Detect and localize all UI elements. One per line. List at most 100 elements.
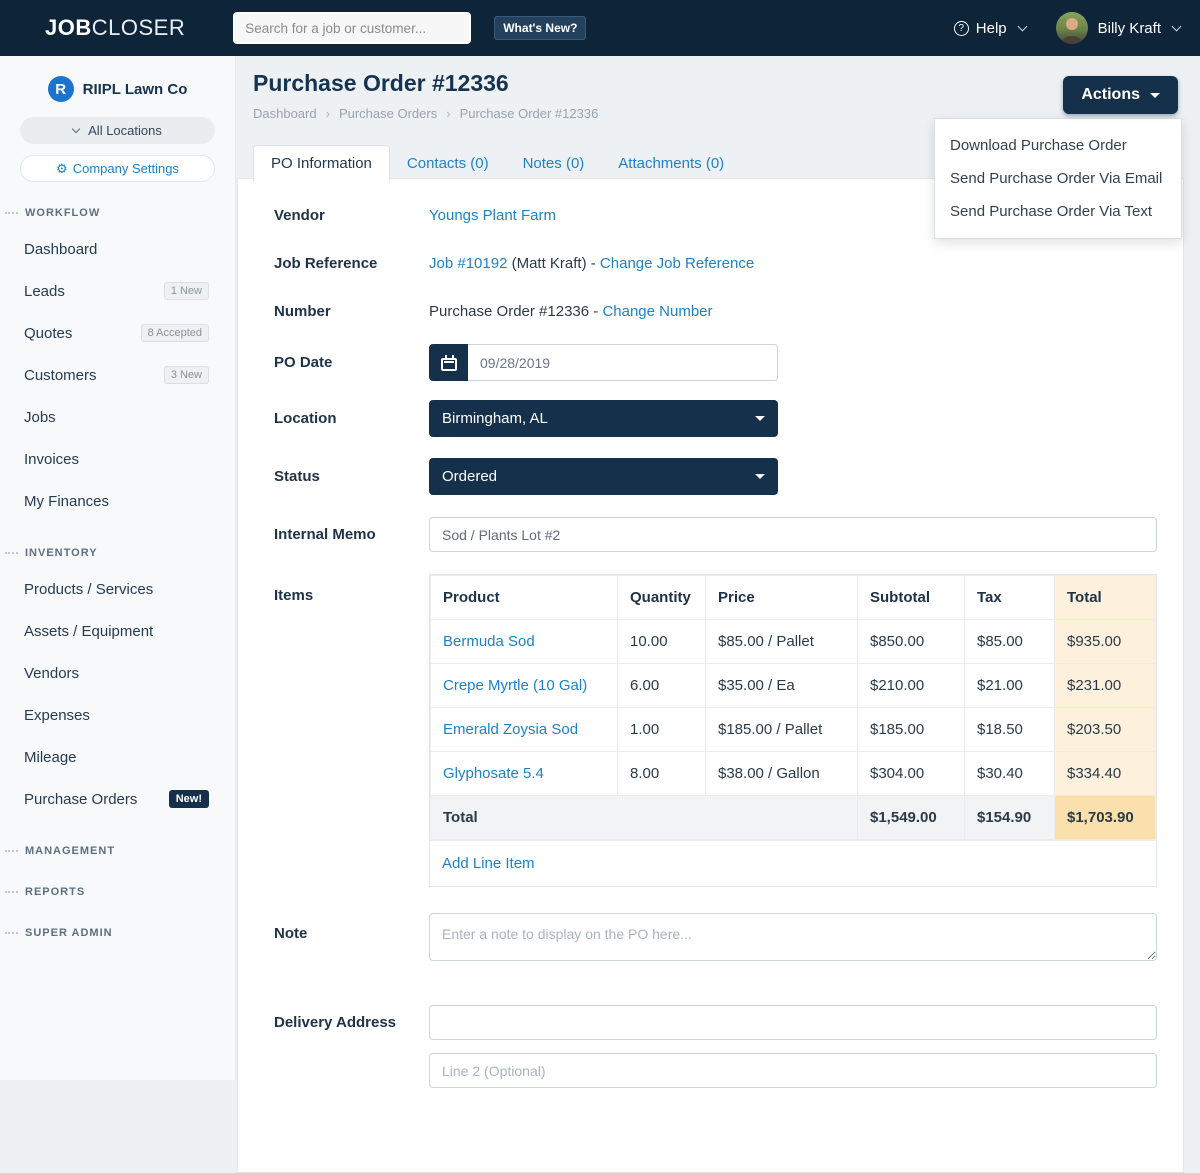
breadcrumb-purchase-orders[interactable]: Purchase Orders	[317, 106, 438, 121]
price-cell: $85.00 / Pallet	[706, 620, 858, 664]
location-label: Location	[274, 410, 429, 427]
product-link[interactable]: Crepe Myrtle (10 Gal)	[443, 677, 587, 694]
all-locations-label: All Locations	[88, 123, 162, 138]
po-date-input[interactable]	[468, 344, 778, 381]
chevron-down-icon[interactable]	[1172, 21, 1182, 31]
job-reference-label: Job Reference	[274, 255, 429, 272]
delivery-address-line2-input[interactable]	[429, 1053, 1157, 1088]
sidebar-item-vendors[interactable]: Vendors	[0, 652, 235, 694]
total-cell: $334.40	[1055, 752, 1156, 796]
section-reports[interactable]: REPORTS	[0, 881, 235, 902]
sidebar-item-expenses[interactable]: Expenses	[0, 694, 235, 736]
price-cell: $35.00 / Ea	[706, 664, 858, 708]
tax-cell: $85.00	[965, 620, 1055, 664]
table-row: Emerald Zoysia Sod 1.00 $185.00 / Pallet…	[431, 708, 1156, 752]
total-cell: $935.00	[1055, 620, 1156, 664]
note-textarea[interactable]	[429, 913, 1157, 961]
add-line-item-link[interactable]: Add Line Item	[442, 855, 535, 872]
topbar: JOBCLOSER What's New? ? Help Billy Kraft	[0, 0, 1200, 56]
number-label: Number	[274, 303, 429, 320]
section-dash-icon	[5, 552, 18, 554]
sidebar-item-products-services[interactable]: Products / Services	[0, 568, 235, 610]
job-link[interactable]: Job #10192	[429, 255, 507, 272]
tax-cell: $30.40	[965, 752, 1055, 796]
tab-notes[interactable]: Notes (0)	[506, 146, 602, 181]
section-dash-icon	[5, 891, 18, 893]
sidebar-item-purchase-orders[interactable]: Purchase OrdersNew!	[0, 778, 235, 820]
company-settings-label: Company Settings	[73, 161, 179, 176]
sidebar-item-my-finances[interactable]: My Finances	[0, 480, 235, 522]
po-items-table: Product Quantity Price Subtotal Tax Tota…	[429, 574, 1157, 887]
job-reference-row: Job Reference Job #10192 (Matt Kraft) - …	[274, 255, 1157, 272]
table-row: Glyphosate 5.4 8.00 $38.00 / Gallon $304…	[431, 752, 1156, 796]
sidebar-item-jobs[interactable]: Jobs	[0, 396, 235, 438]
tab-attachments[interactable]: Attachments (0)	[601, 146, 741, 181]
company-logo: R	[48, 76, 74, 102]
all-locations-dropdown[interactable]: All Locations	[20, 117, 215, 144]
tab-contacts[interactable]: Contacts (0)	[390, 146, 506, 181]
help-menu[interactable]: ? Help	[954, 20, 1026, 37]
section-super-admin[interactable]: SUPER ADMIN	[0, 922, 235, 943]
table-row: Bermuda Sod 10.00 $85.00 / Pallet $850.0…	[431, 620, 1156, 664]
subtotal-cell: $210.00	[858, 664, 965, 708]
internal-memo-input[interactable]	[429, 517, 1157, 552]
actions-button[interactable]: Actions	[1063, 76, 1178, 114]
sidebar: R RIIPL Lawn Co All Locations ⚙ Company …	[0, 56, 236, 1080]
section-management[interactable]: MANAGEMENT	[0, 840, 235, 861]
sidebar-item-dashboard[interactable]: Dashboard	[0, 228, 235, 270]
calendar-button[interactable]	[429, 344, 468, 381]
breadcrumb-current: Purchase Order #12336	[437, 106, 598, 121]
delivery-address-row: Delivery Address	[274, 1005, 1157, 1101]
col-total: Total	[1055, 576, 1156, 620]
totals-row: Total $1,549.00 $154.90 $1,703.90	[431, 796, 1156, 840]
caret-down-icon	[755, 474, 765, 479]
sidebar-item-leads[interactable]: Leads1 New	[0, 270, 235, 312]
totals-subtotal: $1,549.00	[858, 796, 965, 840]
product-link[interactable]: Glyphosate 5.4	[443, 765, 544, 782]
tab-po-information[interactable]: PO Information	[253, 145, 390, 182]
delivery-address-line1-input[interactable]	[429, 1005, 1157, 1040]
col-product: Product	[431, 576, 618, 620]
app-logo[interactable]: JOBCLOSER	[45, 15, 185, 41]
user-name[interactable]: Billy Kraft	[1098, 20, 1161, 37]
po-date-row: PO Date	[274, 344, 1157, 381]
change-job-reference-link[interactable]: Change Job Reference	[600, 255, 754, 272]
job-reference-text: (Matt Kraft) -	[512, 255, 596, 272]
quotes-badge: 8 Accepted	[141, 324, 209, 342]
menu-item-send-po-via-email[interactable]: Send Purchase Order Via Email	[935, 162, 1181, 195]
actions-label: Actions	[1081, 86, 1140, 104]
sidebar-item-invoices[interactable]: Invoices	[0, 438, 235, 480]
status-value: Ordered	[442, 468, 497, 485]
location-select[interactable]: Birmingham, AL	[429, 400, 778, 437]
vendor-link[interactable]: Youngs Plant Farm	[429, 207, 556, 224]
breadcrumb-dashboard[interactable]: Dashboard	[253, 106, 317, 121]
menu-item-send-po-via-text[interactable]: Send Purchase Order Via Text	[935, 195, 1181, 228]
caret-down-icon	[755, 416, 765, 421]
quantity-cell: 8.00	[618, 752, 706, 796]
quantity-cell: 1.00	[618, 708, 706, 752]
section-dash-icon	[5, 850, 18, 852]
section-inventory: INVENTORY	[0, 542, 235, 563]
whats-new-button[interactable]: What's New?	[494, 16, 586, 40]
product-link[interactable]: Emerald Zoysia Sod	[443, 721, 578, 738]
main-content: Purchase Order #12336 DashboardPurchase …	[236, 56, 1200, 1080]
menu-item-download-purchase-order[interactable]: Download Purchase Order	[935, 129, 1181, 162]
sidebar-item-assets-equipment[interactable]: Assets / Equipment	[0, 610, 235, 652]
col-subtotal: Subtotal	[858, 576, 965, 620]
status-select[interactable]: Ordered	[429, 458, 778, 495]
leads-badge: 1 New	[164, 282, 209, 300]
sidebar-item-customers[interactable]: Customers3 New	[0, 354, 235, 396]
col-quantity: Quantity	[618, 576, 706, 620]
sidebar-item-quotes[interactable]: Quotes8 Accepted	[0, 312, 235, 354]
subtotal-cell: $185.00	[858, 708, 965, 752]
change-number-link[interactable]: Change Number	[602, 303, 712, 320]
company-settings-button[interactable]: ⚙ Company Settings	[20, 155, 215, 182]
user-avatar[interactable]	[1056, 12, 1088, 44]
quantity-cell: 10.00	[618, 620, 706, 664]
search-input[interactable]	[233, 12, 471, 44]
product-link[interactable]: Bermuda Sod	[443, 633, 535, 650]
company-header: R RIIPL Lawn Co	[0, 56, 235, 102]
sidebar-item-mileage[interactable]: Mileage	[0, 736, 235, 778]
topbar-right: ? Help Billy Kraft	[954, 12, 1180, 44]
subtotal-cell: $304.00	[858, 752, 965, 796]
